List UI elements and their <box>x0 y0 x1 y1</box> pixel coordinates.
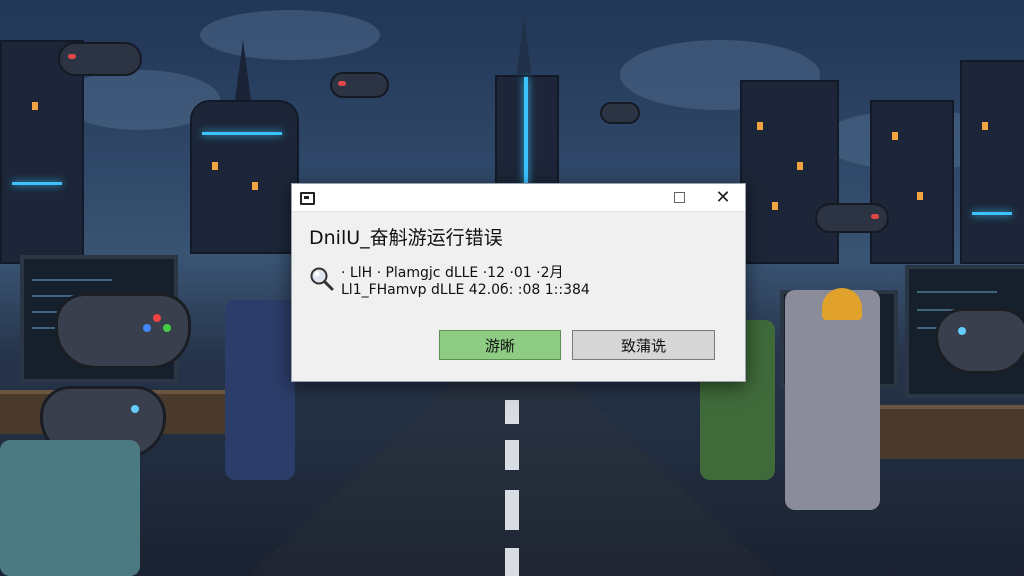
magnifier-icon <box>310 267 334 291</box>
flying-ship <box>815 203 889 233</box>
right-tower-2 <box>870 100 954 264</box>
error-detail-line: · LlH · Plamgjc dLLE ·12 ·01 ·2月 <box>341 265 564 281</box>
gamepad-illustration <box>935 308 1024 374</box>
left-tower <box>190 100 299 254</box>
lane-marking <box>505 548 519 576</box>
error-dialog: ✕ DnilU_奋斛游运行错误 · LlH · Plamgjc dLLE ·12… <box>291 183 746 382</box>
lane-marking <box>505 440 519 470</box>
dialog-title: DnilU_奋斛游运行错误 <box>309 227 503 249</box>
close-button[interactable]: ✕ <box>703 184 743 211</box>
error-detail-line: Ll1_FHamvp dLLE 42.0б: :08 1::384 <box>341 282 590 298</box>
character-illustration <box>225 300 295 480</box>
lane-marking <box>505 490 519 530</box>
central-spire <box>516 18 532 78</box>
flying-ship <box>58 42 142 76</box>
flying-ship <box>600 102 640 124</box>
dialog-titlebar[interactable]: ✕ <box>292 184 745 212</box>
right-tower <box>740 80 839 264</box>
cloud <box>200 10 380 60</box>
left-spire <box>235 40 251 100</box>
maximize-icon <box>673 192 685 203</box>
character-illustration <box>785 290 880 510</box>
central-tower <box>495 75 559 199</box>
maximize-button[interactable] <box>659 184 699 211</box>
right-tower-3 <box>960 60 1024 264</box>
character-helmet <box>822 288 862 320</box>
close-icon: ✕ <box>715 187 731 208</box>
gamepad-illustration <box>55 293 191 369</box>
window-app-icon <box>300 192 315 205</box>
primary-button[interactable]: 游晰 <box>439 330 561 360</box>
character-illustration <box>0 440 140 576</box>
lane-marking <box>505 400 519 424</box>
flying-ship <box>330 72 389 98</box>
secondary-button[interactable]: 致蒲诜 <box>572 330 715 360</box>
